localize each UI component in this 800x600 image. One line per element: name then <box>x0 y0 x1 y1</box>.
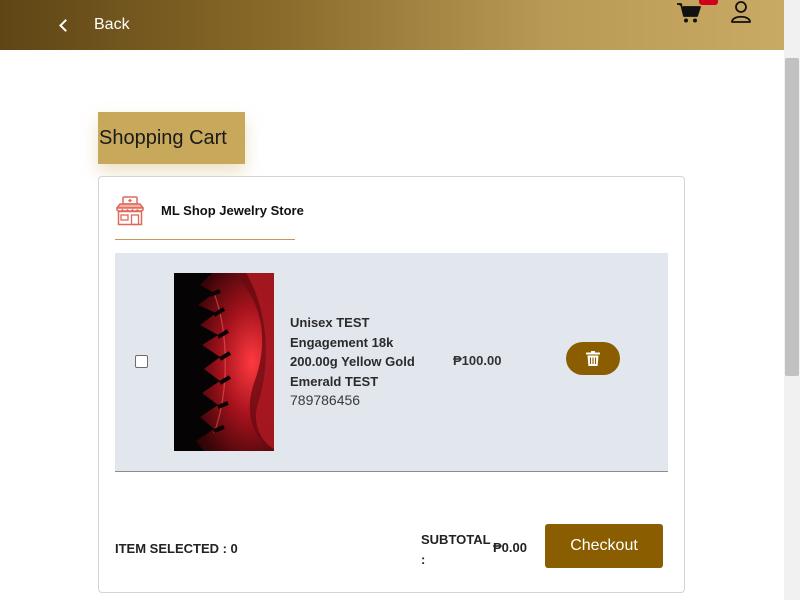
store-name: ML Shop Jewelry Store <box>161 203 304 218</box>
trash-icon <box>586 351 600 366</box>
top-nav-bar: Back <box>0 0 784 50</box>
store-icon <box>116 196 144 226</box>
page-title: Shopping Cart <box>99 126 227 149</box>
cart-icon[interactable] <box>676 2 702 24</box>
product-name[interactable]: Unisex TEST Engagement 18k 200.00g Yello… <box>290 313 430 391</box>
back-label: Back <box>94 16 130 33</box>
subtotal-value: ₱0.00 <box>493 540 527 555</box>
page-title-chip: Shopping Cart <box>98 112 245 164</box>
shopping-cart-page: Back Shopping Cart ML Shop Jewelry Store <box>0 0 800 600</box>
cart-count-badge <box>699 0 718 5</box>
scrollbar-thumb[interactable] <box>785 58 799 376</box>
item-select-checkbox[interactable] <box>135 355 148 368</box>
back-button[interactable]: Back <box>56 12 130 38</box>
product-price: ₱100.00 <box>453 353 502 368</box>
checkout-button[interactable]: Checkout <box>545 524 663 568</box>
product-image[interactable] <box>174 273 274 451</box>
chevron-left-icon <box>59 18 72 32</box>
subtotal-label: SUBTOTAL : <box>421 532 491 567</box>
delete-item-button[interactable] <box>566 342 620 375</box>
items-selected-count: ITEM SELECTED : 0 <box>115 541 238 556</box>
user-icon[interactable] <box>730 0 752 24</box>
store-divider <box>115 239 295 240</box>
product-sku: 789786456 <box>290 392 361 408</box>
